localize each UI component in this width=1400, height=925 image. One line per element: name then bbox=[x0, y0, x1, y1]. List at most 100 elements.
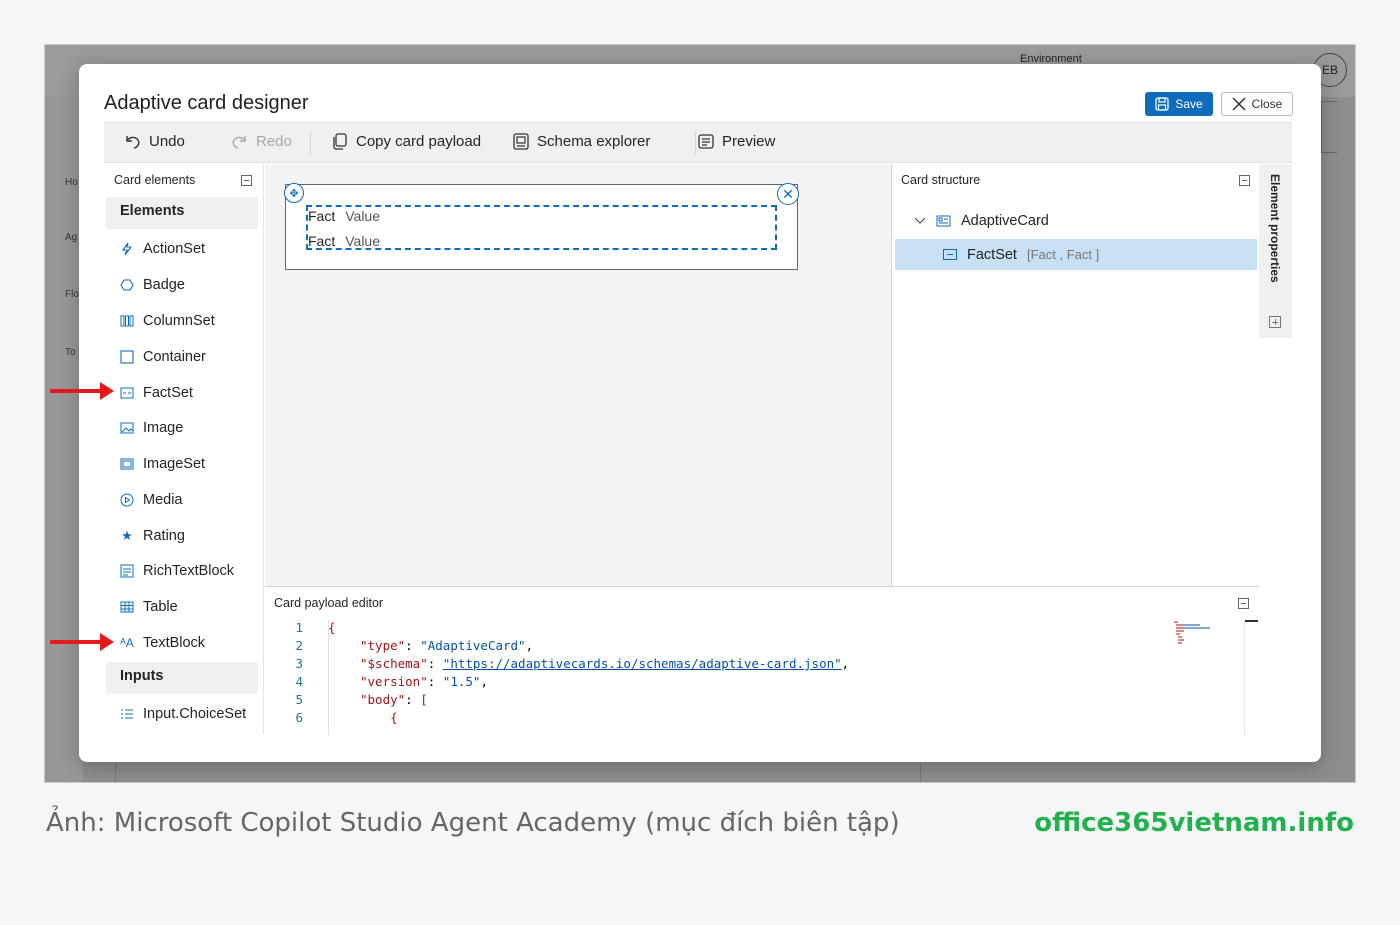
code-text: "version": "1.5", bbox=[360, 674, 488, 689]
tree-child-summary: [Fact , Fact ] bbox=[1026, 247, 1100, 262]
card-payload-editor: Card payload editor 1 { 2 "type": "Adapt… bbox=[265, 586, 1259, 735]
undo-label: Undo bbox=[149, 133, 185, 150]
element-textblock[interactable]: ᴬA TextBlock bbox=[120, 635, 205, 651]
copy-icon bbox=[333, 133, 347, 150]
save-icon bbox=[1155, 97, 1169, 111]
element-badge[interactable]: Badge bbox=[120, 277, 185, 293]
element-label: FactSet bbox=[143, 385, 193, 401]
element-label: Image bbox=[143, 420, 184, 436]
elements-category: Elements bbox=[106, 197, 258, 229]
card-payload-editor-header: Card payload editor bbox=[274, 596, 384, 610]
card-elements-panel: Card elements Elements ActionSet Badge C… bbox=[104, 164, 264, 734]
element-properties-tab[interactable]: Element properties bbox=[1259, 164, 1292, 338]
background-lower-panel bbox=[115, 763, 921, 782]
factset-selected[interactable]: Fact Value Fact Value bbox=[306, 205, 777, 250]
element-actionset[interactable]: ActionSet bbox=[120, 241, 205, 257]
code-line: 5 "body": [ bbox=[265, 692, 1165, 710]
element-label: Table bbox=[143, 599, 178, 615]
element-label: Input.ChoiceSet bbox=[143, 706, 247, 722]
element-label: RichTextBlock bbox=[143, 563, 235, 579]
expand-icon[interactable] bbox=[1269, 316, 1281, 328]
annotation-arrow bbox=[50, 633, 114, 651]
modal-title: Adaptive card designer bbox=[104, 92, 309, 114]
line-number: 6 bbox=[295, 710, 303, 725]
preview-icon bbox=[698, 134, 714, 149]
element-label: ImageSet bbox=[143, 456, 206, 472]
richtext-icon bbox=[120, 564, 134, 578]
copy-card-payload-label: Copy card payload bbox=[356, 133, 482, 150]
element-input-choiceset[interactable]: Input.ChoiceSet bbox=[120, 706, 246, 722]
element-label: ColumnSet bbox=[143, 313, 215, 329]
element-table[interactable]: Table bbox=[120, 599, 178, 615]
copy-card-payload-button[interactable]: Copy card payload bbox=[332, 133, 481, 150]
brand-watermark: office365vietnam.info bbox=[1034, 808, 1354, 838]
play-icon bbox=[120, 493, 134, 507]
element-columnset[interactable]: ColumnSet bbox=[120, 313, 215, 329]
adaptive-card-designer-modal: Adaptive card designer Save Close Undo R… bbox=[79, 64, 1321, 762]
code-editor[interactable]: 1 { 2 "type": "AdaptiveCard", 3 "$schema… bbox=[265, 620, 1259, 735]
schema-explorer-label: Schema explorer bbox=[537, 133, 651, 150]
element-label: Container bbox=[143, 349, 206, 365]
line-number: 3 bbox=[295, 656, 303, 671]
schema-link[interactable]: "https://adaptivecards.io/schemas/adapti… bbox=[443, 656, 842, 671]
undo-button[interactable]: Undo bbox=[124, 133, 185, 150]
editor-scrollbar[interactable] bbox=[1244, 620, 1258, 735]
element-factset[interactable]: FactSet bbox=[120, 385, 193, 401]
inputs-category: Inputs bbox=[106, 662, 258, 694]
element-rating[interactable]: ★ Rating bbox=[120, 528, 185, 544]
undo-icon bbox=[126, 136, 140, 149]
tree-item-factset[interactable]: FactSet [Fact , Fact ] bbox=[895, 239, 1257, 270]
remove-element-icon[interactable]: ✕ bbox=[777, 183, 799, 205]
preview-button[interactable]: Preview bbox=[698, 133, 775, 150]
factset-icon bbox=[120, 386, 134, 400]
columns-icon bbox=[120, 314, 134, 328]
schema-icon bbox=[513, 133, 529, 150]
element-richtextblock[interactable]: RichTextBlock bbox=[120, 563, 234, 579]
collapse-icon[interactable] bbox=[241, 175, 252, 186]
design-canvas: ✥ Fact Value Fact Value ✕ bbox=[265, 164, 891, 586]
adaptive-card-preview[interactable]: ✥ Fact Value Fact Value ✕ bbox=[284, 183, 799, 270]
element-image[interactable]: Image bbox=[120, 420, 183, 436]
factset-icon bbox=[943, 249, 957, 260]
element-imageset[interactable]: ImageSet bbox=[120, 456, 205, 472]
toolbar-divider bbox=[310, 131, 311, 155]
rail-label-tools: To bbox=[65, 347, 76, 358]
editor-scrollbar-thumb[interactable] bbox=[1245, 620, 1258, 622]
code-line: 1 { bbox=[265, 620, 1165, 638]
element-media[interactable]: Media bbox=[120, 492, 183, 508]
badge-icon bbox=[120, 278, 134, 292]
fact-row: Fact Value bbox=[308, 208, 380, 224]
element-container[interactable]: Container bbox=[120, 349, 206, 365]
table-icon bbox=[120, 600, 134, 614]
card-structure-header: Card structure bbox=[901, 173, 981, 187]
collapse-icon[interactable] bbox=[1239, 175, 1250, 186]
card-structure-panel: Card structure AdaptiveCard FactSet [Fac… bbox=[891, 164, 1259, 586]
code-line: 6 { bbox=[265, 710, 1165, 728]
close-button[interactable]: Close bbox=[1221, 92, 1293, 116]
tree-item-adaptivecard[interactable]: AdaptiveCard bbox=[914, 213, 1049, 229]
fact-value: Value bbox=[345, 233, 381, 249]
adaptivecard-icon bbox=[936, 215, 951, 227]
lightning-icon bbox=[120, 242, 134, 256]
background-nav-rail: Ho Ag Flo To bbox=[45, 97, 83, 782]
redo-label: Redo bbox=[256, 133, 292, 150]
save-button[interactable]: Save bbox=[1145, 92, 1213, 116]
toolbar-divider bbox=[695, 131, 696, 155]
code-text: "type": "AdaptiveCard", bbox=[360, 638, 534, 653]
card-elements-header: Card elements bbox=[114, 173, 196, 187]
move-icon[interactable]: ✥ bbox=[284, 183, 304, 203]
preview-label: Preview bbox=[722, 133, 776, 150]
collapse-icon[interactable] bbox=[1238, 598, 1249, 609]
line-number: 5 bbox=[295, 692, 303, 707]
redo-button[interactable]: Redo bbox=[231, 133, 292, 150]
images-icon bbox=[120, 457, 134, 471]
background-side-button bbox=[1321, 101, 1337, 153]
element-properties-label: Element properties bbox=[1268, 174, 1282, 283]
annotation-arrow bbox=[50, 382, 114, 400]
rail-label-flows: Flo bbox=[65, 289, 79, 300]
fact-row: Fact Value bbox=[308, 233, 380, 249]
code-text: { bbox=[328, 620, 336, 635]
schema-explorer-button[interactable]: Schema explorer bbox=[513, 133, 650, 150]
line-number: 4 bbox=[295, 674, 303, 689]
code-minimap[interactable] bbox=[1170, 620, 1220, 650]
